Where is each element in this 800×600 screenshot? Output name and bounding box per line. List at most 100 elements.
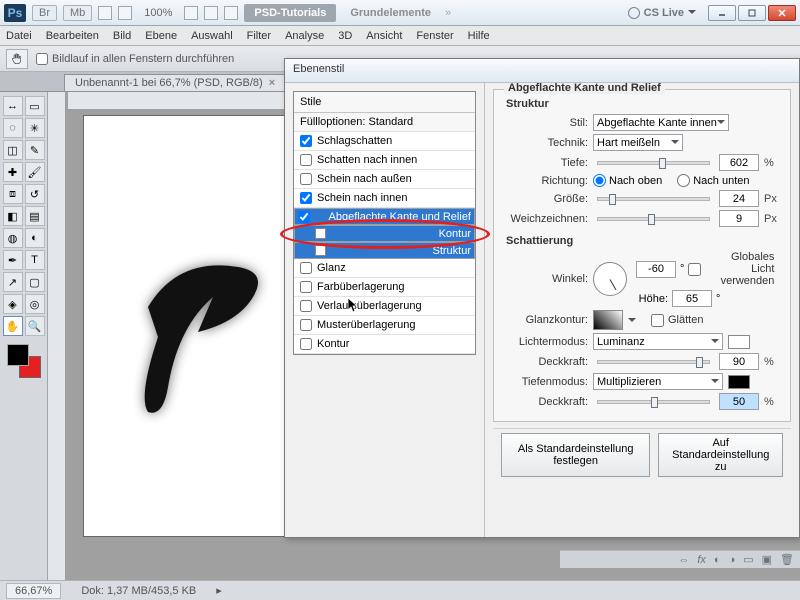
close-tab-icon[interactable]: × [269,77,275,89]
document-tab[interactable]: Unbenannt-1 bei 66,7% (PSD, RGB/8) × [64,74,286,91]
highlight-opacity-input[interactable] [719,353,759,370]
style-checkbox[interactable] [300,192,312,204]
bridge-chip[interactable]: Br [32,5,57,21]
ruler-vertical[interactable] [48,92,66,580]
size-input[interactable] [719,190,759,207]
mask-icon[interactable]: ◐ [714,554,721,566]
gloss-contour-picker[interactable] [593,310,623,330]
make-default-button[interactable]: Als Standardeinstellung festlegen [501,433,650,477]
style-checkbox[interactable] [300,300,312,312]
zoom-tool[interactable]: 🔍 [25,316,45,336]
path-tool[interactable]: ↗ [3,272,23,292]
style-item-6[interactable]: Struktur [294,242,475,259]
close-button[interactable] [768,5,796,21]
guides-icon[interactable] [204,6,218,20]
style-item-9[interactable]: Verlaufsüberlagerung [294,297,475,316]
blur-tool[interactable]: ◍ [3,228,23,248]
fx-icon[interactable]: fx [697,554,706,566]
style-select[interactable]: Abgeflachte Kante innen [593,114,729,131]
status-menu-icon[interactable]: ▸ [216,584,222,597]
extras-icon[interactable] [184,6,198,20]
size-slider[interactable] [597,197,710,201]
technique-select[interactable]: Hart meißeln [593,134,683,151]
fg-color-swatch[interactable] [7,344,29,366]
wand-tool[interactable]: ✳ [25,118,45,138]
style-checkbox[interactable] [300,281,312,293]
style-checkbox[interactable] [300,173,312,185]
link-icon[interactable]: ⇔ [678,554,689,566]
menu-fenster[interactable]: Fenster [416,30,453,42]
reset-default-button[interactable]: Auf Standardeinstellung zu [658,433,783,477]
menu-bild[interactable]: Bild [113,30,131,42]
folder-icon[interactable]: ▭ [743,553,753,566]
maximize-button[interactable] [738,5,766,21]
pen-tool[interactable]: ✒ [3,250,23,270]
style-checkbox[interactable] [300,319,312,331]
menu-filter[interactable]: Filter [247,30,271,42]
menu-datei[interactable]: Datei [6,30,32,42]
style-item-7[interactable]: Glanz [294,259,475,278]
shadow-color-swatch[interactable] [728,375,750,389]
new-layer-icon[interactable]: ▣ [762,553,772,566]
move-tool[interactable]: ↔ [3,96,23,116]
screen-mode-icon[interactable] [98,6,112,20]
toggle-square-icon[interactable] [315,245,326,256]
color-swatches[interactable] [7,344,41,378]
gradient-tool[interactable]: ▤ [25,206,45,226]
app-badge[interactable]: Ps [4,4,26,22]
style-item-1[interactable]: Schatten nach innen [294,151,475,170]
heal-tool[interactable]: ✚ [3,162,23,182]
crop-tool[interactable]: ◫ [3,140,23,160]
direction-up-radio[interactable]: Nach oben [593,174,662,187]
status-zoom[interactable]: 66,67% [6,583,61,599]
angle-input[interactable] [636,261,676,278]
style-item-3[interactable]: Schein nach innen [294,189,475,208]
style-item-10[interactable]: Musterüberlagerung [294,316,475,335]
style-checkbox[interactable] [300,135,312,147]
menu-analyse[interactable]: Analyse [285,30,324,42]
shadow-opacity-slider[interactable] [597,400,710,404]
highlight-opacity-slider[interactable] [597,360,710,364]
direction-down-radio[interactable]: Nach unten [677,174,749,187]
stamp-tool[interactable]: ⧈ [3,184,23,204]
history-brush-tool[interactable]: ↺ [25,184,45,204]
marquee-tool[interactable]: ▭ [25,96,45,116]
menu-ebene[interactable]: Ebene [145,30,177,42]
menu-3d[interactable]: 3D [338,30,352,42]
zoom-level[interactable]: 100% [138,7,178,19]
style-item-4[interactable]: Abgeflachte Kante und Relief [294,208,475,225]
camera-tool[interactable]: ◎ [25,294,45,314]
minimize-button[interactable] [708,5,736,21]
eraser-tool[interactable]: ◧ [3,206,23,226]
hand-tool[interactable]: ✋ [3,316,23,336]
brush-tool[interactable]: 🖌 [25,162,45,182]
altitude-input[interactable] [672,290,712,307]
style-item-8[interactable]: Farbüberlagerung [294,278,475,297]
shadow-opacity-input[interactable] [719,393,759,410]
lasso-tool[interactable]: ◌ [3,118,23,138]
global-light-checkbox[interactable]: Globales Licht verwenden [688,251,774,287]
minibridge-chip[interactable]: Mb [63,5,92,21]
style-checkbox[interactable] [300,338,312,350]
highlight-mode-select[interactable]: Luminanz [593,333,723,350]
scroll-all-windows-checkbox[interactable]: Bildlauf in allen Fenstern durchführen [36,53,234,65]
eyedropper-tool[interactable]: ✎ [25,140,45,160]
shape-tool[interactable]: ▢ [25,272,45,292]
rulers-icon[interactable] [224,6,238,20]
workspace-secondary[interactable]: Grundelemente [342,4,439,22]
cs-live[interactable]: CS Live [628,7,696,19]
menu-bearbeiten[interactable]: Bearbeiten [46,30,99,42]
style-item-11[interactable]: Kontur [294,335,475,354]
style-item-5[interactable]: Kontur [294,225,475,242]
angle-dial[interactable] [593,262,627,296]
type-tool[interactable]: T [25,250,45,270]
menu-ansicht[interactable]: Ansicht [366,30,402,42]
highlight-color-swatch[interactable] [728,335,750,349]
styles-header[interactable]: Stile [294,92,475,113]
soften-input[interactable] [719,210,759,227]
adjustment-icon[interactable]: ◑ [729,554,736,566]
soften-slider[interactable] [597,217,710,221]
depth-input[interactable] [719,154,759,171]
style-checkbox[interactable] [298,211,310,223]
menu-hilfe[interactable]: Hilfe [468,30,490,42]
